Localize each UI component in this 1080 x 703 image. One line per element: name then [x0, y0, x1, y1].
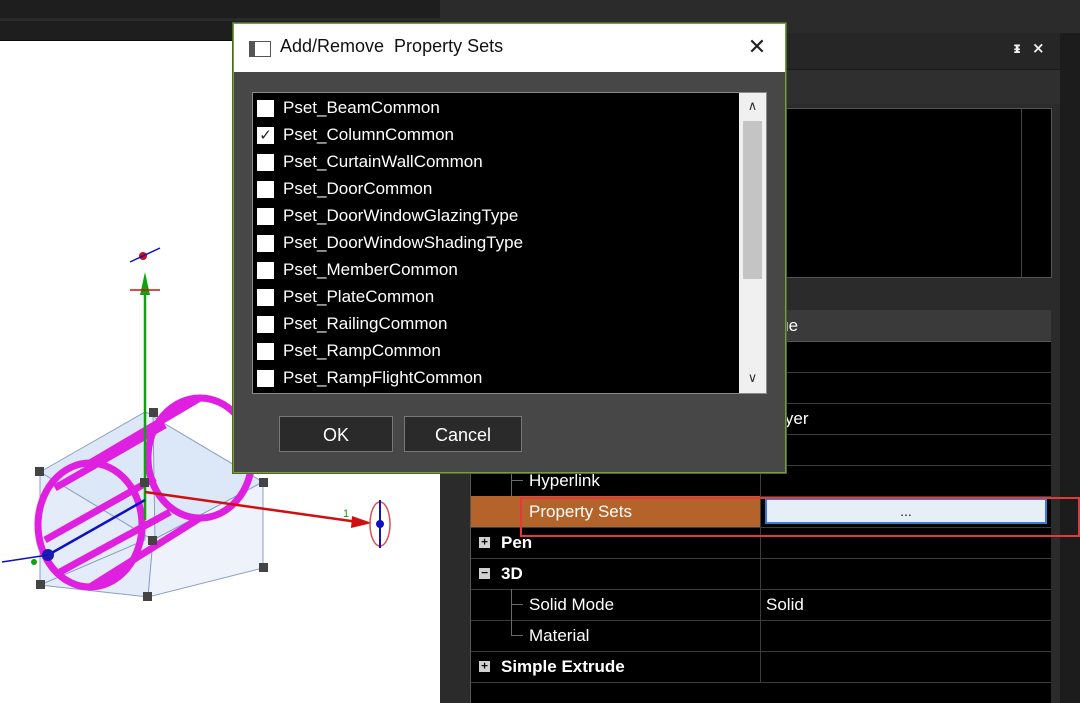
list-scrollbar[interactable]: ∧ ∨	[739, 93, 766, 393]
list-item-label: Pset_PlateCommon	[283, 287, 435, 306]
gizmo-axis	[129, 247, 161, 263]
list-item-label: Pset_DoorWindowGlazingType	[283, 206, 519, 225]
grip-handle[interactable]	[259, 563, 268, 572]
grid-row-property-sets[interactable]: Property Sets ...	[471, 496, 1051, 528]
grid-row-solid-mode[interactable]: Solid Mode Solid	[471, 589, 1051, 621]
list-item[interactable]: Pset_MemberCommon	[257, 257, 737, 283]
add-remove-property-sets-dialog: Add/Remove Property Sets ✕ Pset_BeamComm…	[233, 23, 786, 473]
list-item-label: Pset_CurtainWallCommon	[283, 152, 483, 171]
panel-scrollbar[interactable]	[1060, 33, 1080, 703]
list-item[interactable]: Pset_RampFlightCommon	[257, 365, 737, 391]
scroll-up-icon[interactable]: ∧	[739, 93, 766, 121]
list-item-label: Pset_RampFlightCommon	[283, 368, 483, 387]
property-sets-browse-button[interactable]: ...	[765, 498, 1047, 524]
grid-value-cell[interactable]	[762, 341, 1051, 372]
grid-group-simple-extrude[interactable]: + Simple Extrude	[471, 651, 1051, 683]
solid-mode-label: Solid Mode	[471, 589, 761, 620]
grid-value-cell	[762, 527, 1051, 558]
simple-extrude-group-label: Simple Extrude	[471, 651, 761, 682]
list-item[interactable]: Pset_DoorWindowShadingType	[257, 230, 737, 256]
checkbox[interactable]	[257, 100, 274, 117]
list-item[interactable]: Pset_BeamCommon	[257, 95, 737, 121]
list-item-label: Pset_ColumnCommon	[283, 125, 455, 144]
list-item[interactable]: Pset_CurtainWallCommon	[257, 149, 737, 175]
pin-icon[interactable]: ᵻ	[1013, 39, 1021, 57]
checkbox[interactable]	[257, 289, 274, 306]
grid-value-cell[interactable]	[762, 372, 1051, 403]
scroll-thumb[interactable]	[743, 121, 762, 279]
hyperlink-value[interactable]	[762, 465, 1051, 496]
checkbox[interactable]	[257, 316, 274, 333]
panel-close-icon[interactable]: ×	[1032, 39, 1045, 57]
grid-value-cell[interactable]	[762, 434, 1051, 465]
list-item-label: Pset_BeamCommon	[283, 98, 440, 117]
axis-label-x: 1	[343, 508, 349, 520]
grip-handle[interactable]	[140, 478, 149, 487]
grip-handle[interactable]	[36, 580, 45, 589]
list-item[interactable]: Pset_RailingCommon	[257, 311, 737, 337]
list-item[interactable]: Pset_RampCommon	[257, 338, 737, 364]
property-sets-value-cell: ...	[762, 496, 1051, 527]
grid-row-material[interactable]: Material	[471, 620, 1051, 652]
z-axis-arrow	[140, 272, 150, 295]
list-item[interactable]: Pset_PlateCommon	[257, 284, 737, 310]
checkbox[interactable]	[257, 181, 274, 198]
3d-group-label: 3D	[471, 558, 761, 589]
grip-handle[interactable]	[259, 478, 268, 487]
grid-group-3d[interactable]: − 3D	[471, 558, 1051, 590]
checkbox[interactable]	[257, 208, 274, 225]
list-item[interactable]: ✓ Pset_ColumnCommon	[257, 122, 737, 148]
list-item-label: Pset_DoorCommon	[283, 179, 433, 198]
list-item-label: Pset_RailingCommon	[283, 314, 448, 333]
checkbox-checked[interactable]: ✓	[257, 127, 274, 144]
grid-value-cell	[762, 558, 1051, 589]
pen-group-label: Pen	[471, 527, 761, 558]
checkbox[interactable]	[257, 343, 274, 360]
checkbox[interactable]	[257, 262, 274, 279]
dialog-title: Add/Remove Property Sets	[280, 36, 504, 56]
dialog-titlebar[interactable]: Add/Remove Property Sets ✕	[234, 24, 785, 72]
gizmo-center	[376, 520, 384, 528]
grip-handle[interactable]	[148, 536, 157, 545]
checkbox[interactable]	[257, 370, 274, 387]
property-set-list[interactable]: Pset_BeamCommon ✓ Pset_ColumnCommon Pset…	[252, 92, 767, 394]
x-axis-arrow	[351, 516, 372, 528]
checkbox[interactable]	[257, 154, 274, 171]
cancel-button[interactable]: Cancel	[404, 416, 522, 452]
grid-value-cell	[762, 651, 1051, 682]
grip-handle[interactable]	[143, 592, 152, 601]
preview-divider	[1021, 109, 1022, 277]
list-item[interactable]: Pset_DoorWindowGlazingType	[257, 203, 737, 229]
list-item-label: Pset_DoorWindowShadingType	[283, 233, 524, 252]
scroll-down-icon[interactable]: ∨	[739, 365, 766, 393]
grip-handle[interactable]	[35, 467, 44, 476]
grid-group-pen[interactable]: + Pen	[471, 527, 1051, 559]
window-icon	[249, 41, 271, 57]
close-icon[interactable]: ✕	[740, 32, 774, 64]
ok-button[interactable]: OK	[279, 416, 393, 452]
gizmo-point	[31, 559, 37, 565]
material-label: Material	[471, 620, 761, 651]
checkbox[interactable]	[257, 235, 274, 252]
solid-mode-value[interactable]: Solid	[762, 589, 1051, 620]
list-item-label: Pset_MemberCommon	[283, 260, 458, 279]
preview-area	[760, 108, 1052, 278]
material-value[interactable]	[762, 620, 1051, 651]
property-sets-label: Property Sets	[471, 496, 761, 527]
grip-handle[interactable]	[149, 408, 158, 417]
layer-value[interactable]: Layer	[762, 403, 1051, 434]
list-item[interactable]: Pset_DoorCommon	[257, 176, 737, 202]
list-item-label: Pset_RampCommon	[283, 341, 441, 360]
